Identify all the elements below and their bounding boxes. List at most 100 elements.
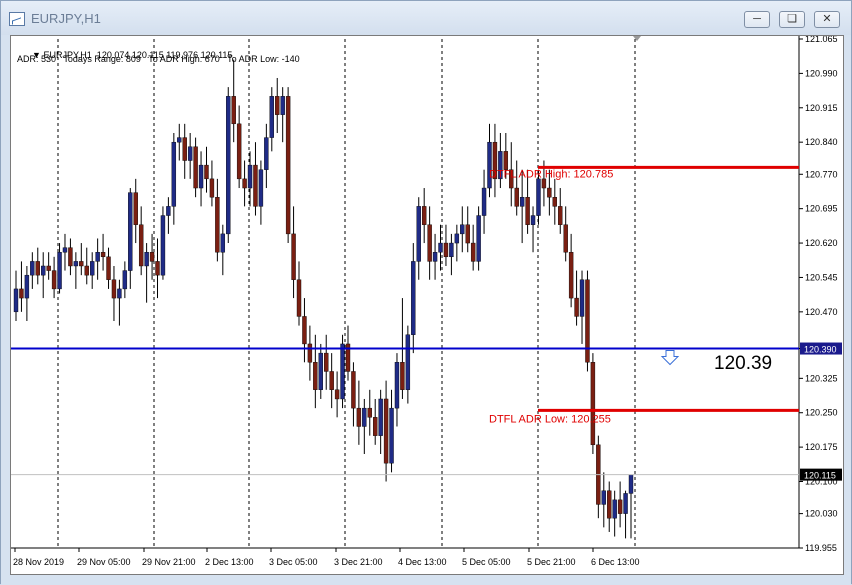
x-tick-label: 3 Dec 05:00 [269,557,318,567]
candle-body [356,407,362,427]
y-tick-label: 120.840 [805,137,838,147]
candle-body [617,499,623,514]
x-tick-label: 2 Dec 13:00 [205,557,254,567]
candle-body [46,265,51,271]
candle-body [334,389,340,400]
window-title: EURJPY,H1 [31,11,101,26]
y-tick-label: 120.545 [805,272,838,282]
candle-body [367,407,372,418]
y-tick-label: 120.175 [805,442,838,452]
last-price-tag-text: 120.115 [804,471,836,481]
candle-body [574,297,579,317]
candle-body [111,279,117,299]
down-arrow-icon [660,350,680,366]
candle-body [128,192,133,271]
candle-body [117,288,122,299]
candle-body [177,137,182,143]
candle-body [264,137,269,170]
candle-body [558,206,563,225]
level-price-tag-text: 120.390 [804,345,837,355]
current-price-label: 120.39 [714,353,773,374]
y-tick-label: 120.030 [805,509,838,519]
adr-high-label: DTFL ADR High: 120.785 [489,168,613,180]
candle-body [187,146,193,161]
y-tick-label: 121.065 [805,36,838,44]
candle-body [378,398,383,436]
candle-body [89,261,95,276]
candle-body [253,164,258,207]
candle-body [193,146,198,189]
candle-body [209,178,215,198]
candle-body [160,215,166,276]
x-tick-label: 28 Nov 2019 [13,557,64,567]
candle-body [57,252,62,290]
candle-body [470,242,476,262]
candle-body [547,187,552,198]
candle-body [623,493,628,514]
close-button[interactable]: ✕ [814,11,840,28]
candle-body [421,206,427,225]
candle-body [100,252,106,258]
y-tick-label: 120.325 [805,373,838,383]
candle-body [519,197,525,207]
candle-body [275,96,280,115]
candle-body [389,407,394,464]
candle-body [612,499,617,519]
candle-body [35,261,40,276]
candle-body [296,279,302,317]
candle-body [258,169,264,207]
x-tick-label: 29 Nov 21:00 [142,557,196,567]
adr-info: ADR: 530 Todays Range: 809 To ADR High: … [17,54,300,64]
x-tick-label: 5 Dec 21:00 [527,557,576,567]
candle-body [449,242,454,258]
candle-body [122,270,128,290]
candle-body [394,362,400,409]
chart-window: EURJPY,H1 ─ ❏ ✕ 121.065 120.990 120.915 120… [0,0,852,585]
candle-body [525,197,530,225]
y-tick-label: 120.620 [805,238,838,248]
candle-body [628,474,634,494]
shift-marker-icon [633,36,641,41]
y-tick-label: 120.695 [805,204,838,214]
candle-body [51,270,57,290]
candlestick-chart[interactable]: 121.065 120.990 120.915 120.840 120.770 120.6… [11,36,843,574]
candle-body [318,352,323,390]
y-tick-label: 119.955 [805,543,837,553]
candle-body [405,334,411,390]
minimize-button[interactable]: ─ [744,11,770,28]
candle-body [62,247,68,253]
candle-body [84,265,89,276]
candle-body [460,224,465,235]
candle-body [285,96,291,235]
candle-body [182,137,187,161]
candle-body [585,279,590,363]
x-tick-label: 5 Dec 05:00 [462,557,511,567]
candle-body [443,242,449,258]
candle-body [138,224,144,267]
candle-body [149,252,155,262]
candle-body [411,261,416,335]
candle-body [503,151,509,170]
candle-body [481,187,487,216]
candle-body [362,407,367,427]
title-bar[interactable]: EURJPY,H1 ─ ❏ ✕ [1,1,851,35]
candle-body [313,362,318,390]
candle-body [329,371,334,390]
candle-body [340,343,345,400]
candle-body [73,261,79,267]
y-tick-label: 120.470 [805,307,838,317]
candle-body [476,215,481,262]
candle-body [590,362,596,446]
y-tick-label: 120.770 [805,169,838,179]
candle-body [280,96,285,115]
candle-body [269,96,274,138]
candle-body [215,197,220,253]
candle-body [133,192,138,225]
candle-body [166,206,171,216]
chart-area[interactable]: 121.065 120.990 120.915 120.840 120.770 120.6… [10,35,844,575]
candle-body [552,197,558,207]
candle-body [454,233,460,244]
maximize-button[interactable]: ❏ [779,11,805,28]
candle-body [432,252,438,262]
candle-body [351,371,356,409]
